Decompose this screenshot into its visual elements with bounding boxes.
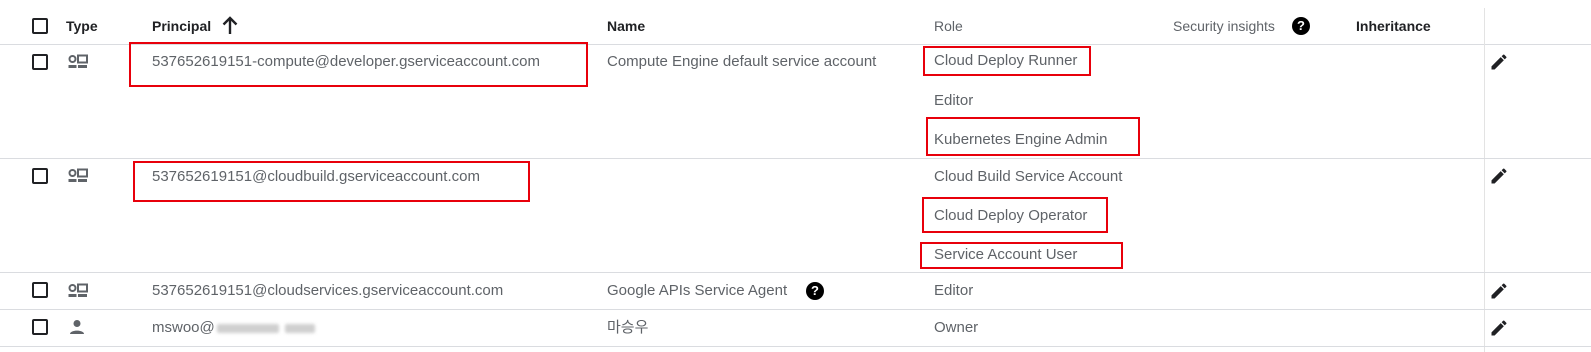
role-label: Cloud Deploy Operator (934, 207, 1088, 224)
redacted-domain (284, 323, 315, 333)
row-checkbox[interactable] (32, 54, 48, 70)
principal-email-visible: mswoo@ (152, 319, 215, 336)
column-header-security-insights[interactable]: Security insights (1173, 16, 1275, 36)
role-label: Cloud Deploy Runner (934, 52, 1078, 69)
principal-name: Compute Engine default service account (607, 53, 877, 70)
column-header-name[interactable]: Name (607, 16, 645, 36)
redacted-domain (216, 323, 279, 333)
principal-name: 마승우 (607, 319, 649, 336)
table-row: 537652619151@cloudbuild.gserviceaccount.… (0, 159, 1591, 272)
select-all-checkbox[interactable] (32, 18, 48, 34)
role-label: Editor (934, 92, 974, 109)
role-label: Kubernetes Engine Admin (934, 131, 1108, 148)
role-label: Service Account User (934, 246, 1078, 263)
role-label: Cloud Build Service Account (934, 168, 1123, 185)
row-checkbox[interactable] (32, 282, 48, 298)
pencil-icon[interactable] (1489, 318, 1509, 338)
row-checkbox[interactable] (32, 319, 48, 335)
role-label: Editor (934, 282, 974, 299)
row-divider (0, 346, 1591, 347)
principal-email[interactable]: 537652619151@cloudservices.gserviceaccou… (152, 281, 503, 301)
help-circle-icon[interactable]: ? (1292, 17, 1310, 35)
column-header-inheritance[interactable]: Inheritance (1356, 16, 1431, 36)
person-icon (70, 320, 84, 334)
column-header-type[interactable]: Type (66, 16, 98, 36)
table-row: 537652619151-compute@developer.gservicea… (0, 42, 1591, 158)
role-label: Owner (934, 319, 979, 336)
principal-name: Google APIs Service Agent (607, 282, 788, 299)
table-row: mswoo@ 마승우 Owner (0, 310, 1591, 346)
service-account-icon (68, 54, 88, 68)
row-checkbox[interactable] (32, 168, 48, 184)
service-account-icon (68, 168, 88, 182)
pencil-icon[interactable] (1489, 52, 1509, 72)
pencil-icon[interactable] (1489, 166, 1509, 186)
principal-email[interactable]: 537652619151-compute@developer.gservicea… (152, 52, 540, 72)
column-header-role[interactable]: Role (934, 16, 963, 36)
table-row: 537652619151@cloudservices.gserviceaccou… (0, 273, 1591, 309)
principal-email[interactable]: 537652619151@cloudbuild.gserviceaccount.… (152, 167, 480, 187)
service-account-icon (68, 283, 88, 297)
principal-email[interactable]: mswoo@ (152, 318, 315, 338)
pencil-icon[interactable] (1489, 281, 1509, 301)
arrow-up-icon[interactable] (221, 16, 239, 36)
header-row: Type Principal Name Role Security insigh… (0, 8, 1591, 44)
help-circle-icon[interactable]: ? (806, 282, 824, 300)
column-header-principal[interactable]: Principal (152, 16, 211, 36)
